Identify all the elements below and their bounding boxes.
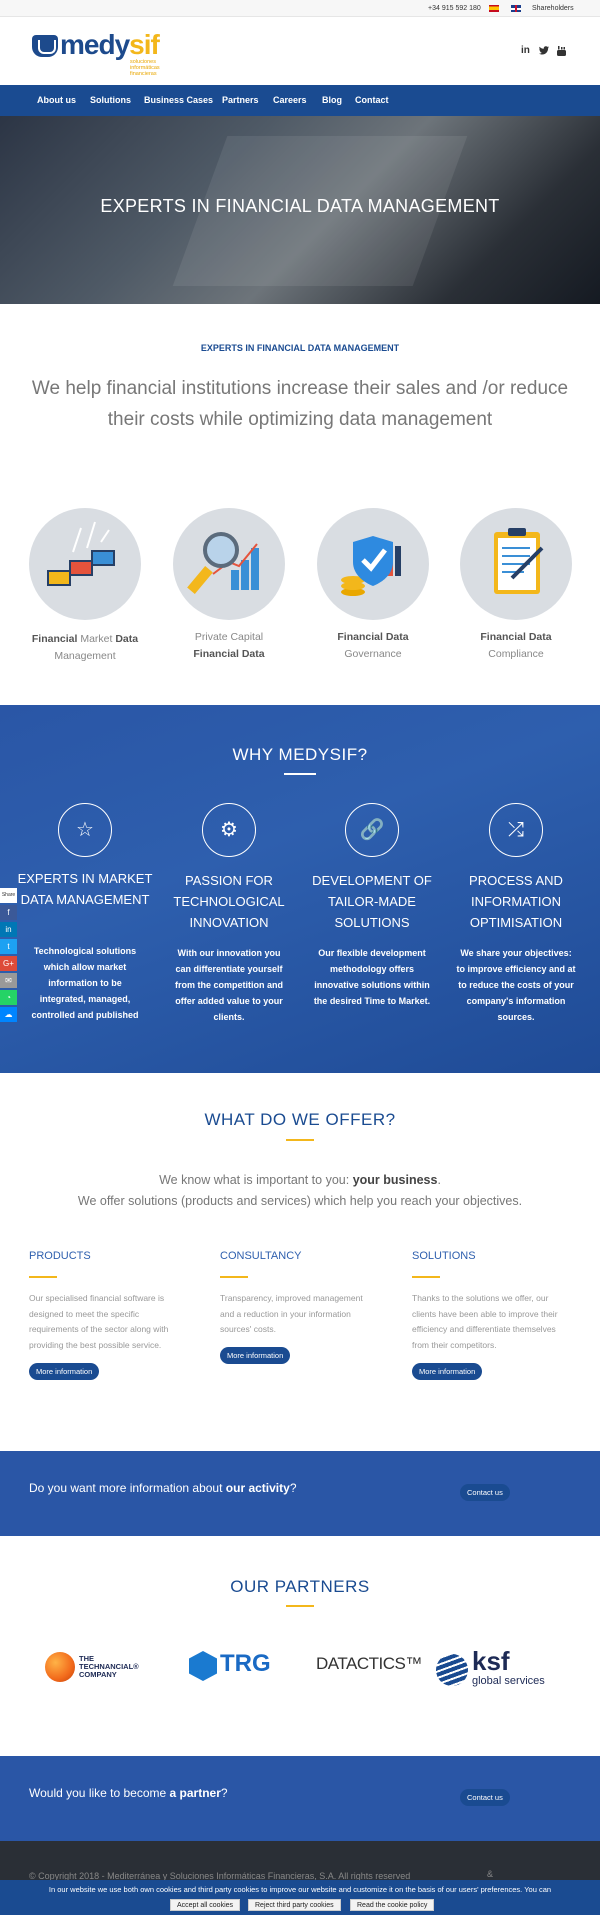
why-title-innovation: PASSION FOR TECHNOLOGICAL INNOVATION	[173, 873, 285, 930]
main-nav: About us Solutions Business Cases Partne…	[0, 85, 600, 116]
shield-check-icon	[341, 536, 401, 596]
consultancy-divider	[220, 1276, 248, 1278]
trg-logo[interactable]: TRG	[189, 1649, 279, 1685]
intro-text: We help financial institutions increase …	[31, 378, 569, 430]
contact-us-button[interactable]: Contact us	[460, 1484, 510, 1501]
link-icon: 🔗	[345, 803, 399, 857]
share-bar: Share f in t G+ ✉ ◔ ☁	[0, 888, 17, 1024]
ksf-globe-icon	[436, 1654, 468, 1686]
service-compliance-label[interactable]: Financial Data Compliance	[446, 629, 586, 663]
hero-title: EXPERTS IN FINANCIAL DATA MANAGEMENT	[100, 196, 500, 216]
more-info-band: Do you want more information about our a…	[0, 1451, 600, 1536]
solutions-title: SOLUTIONS	[412, 1250, 476, 1262]
service-private-capital-label[interactable]: Private Capital Financial Data	[159, 629, 299, 663]
youtube-icon[interactable]	[557, 46, 566, 56]
linkedin-share-icon[interactable]: in	[0, 922, 17, 937]
technancial-logo[interactable]: THE TECHNANCIAL® COMPANY	[45, 1652, 155, 1684]
more-info-text: Do you want more information about our a…	[29, 1481, 297, 1495]
why-heading: WHY MEDYSIF?	[232, 745, 368, 764]
nav-solutions[interactable]: Solutions	[90, 95, 131, 105]
star-icon: ☆	[58, 803, 112, 857]
magnifier-chart-icon	[187, 532, 259, 594]
cookie-policy-button[interactable]: Read the cookie policy	[350, 1899, 435, 1911]
whatsapp-share-icon[interactable]: ◔	[0, 990, 17, 1005]
compliance-illustration-icon[interactable]	[460, 508, 572, 620]
googleplus-share-icon[interactable]: G+	[0, 956, 17, 971]
offer-intro: We know what is important to you: your b…	[77, 1173, 523, 1208]
share-label: Share	[0, 888, 17, 903]
monitors-chart-icon	[47, 521, 115, 586]
service-market-data-label[interactable]: Financial Market Data Management	[15, 631, 155, 665]
consultancy-more-info-button[interactable]: More information	[220, 1347, 291, 1364]
nav-about-us[interactable]: About us	[37, 95, 76, 105]
technancial-ball-icon	[45, 1652, 75, 1682]
products-divider	[29, 1276, 57, 1278]
logo-mark-icon	[32, 35, 58, 57]
clipboard-icon	[494, 528, 544, 594]
contact-us-partner-button[interactable]: Contact us	[460, 1789, 510, 1806]
solutions-more-info-button[interactable]: More information	[412, 1363, 483, 1380]
datactics-logo[interactable]: DATACTICS™	[316, 1654, 422, 1674]
why-title-optimisation: PROCESS AND INFORMATION OPTIMISATION	[469, 873, 563, 930]
products-text: Our specialised financial software is de…	[29, 1293, 169, 1350]
nav-business-cases[interactable]: Business Cases	[144, 95, 213, 105]
why-medysif-section: WHY MEDYSIF? ☆ ⚙ 🔗 ⤮ EXPERTS IN MARKET D…	[0, 705, 600, 1073]
governance-illustration-icon[interactable]	[317, 508, 429, 620]
facebook-share-icon[interactable]: f	[0, 905, 17, 920]
nav-blog[interactable]: Blog	[322, 95, 342, 105]
service-governance-label[interactable]: Financial Data Governance	[303, 629, 443, 663]
why-divider	[284, 773, 316, 775]
twitter-icon[interactable]	[539, 46, 549, 55]
become-partner-band: Would you like to become a partner? Cont…	[0, 1756, 600, 1841]
ksf-logo[interactable]: ksf global services	[436, 1646, 571, 1690]
why-title-tailor-made: DEVELOPMENT OF TAILOR-MADE SOLUTIONS	[312, 873, 432, 930]
reject-third-party-cookies-button[interactable]: Reject third party cookies	[248, 1899, 341, 1911]
cookie-banner: In our website we use both own cookies a…	[0, 1880, 600, 1915]
private-capital-illustration-icon[interactable]	[173, 508, 285, 620]
consultancy-title: CONSULTANCY	[220, 1250, 302, 1262]
phone-number[interactable]: +34 915 592 180	[428, 5, 481, 12]
intro-heading: EXPERTS IN FINANCIAL DATA MANAGEMENT	[200, 343, 400, 353]
consultancy-text: Transparency, improved management and a …	[220, 1293, 363, 1334]
why-desc-innovation: With our innovation you can differentiat…	[175, 948, 283, 1022]
nav-partners[interactable]: Partners	[222, 95, 259, 105]
footer-icon[interactable]: &	[487, 1869, 493, 1879]
medysif-logo[interactable]: medysif soluciones informáticas financie…	[32, 29, 172, 79]
partners-divider	[286, 1605, 314, 1607]
nav-careers[interactable]: Careers	[273, 95, 307, 105]
shareholders-link[interactable]: Shareholders	[532, 5, 574, 12]
top-bar: +34 915 592 180 Shareholders	[0, 0, 600, 17]
why-desc-experts: Technological solutions which allow mark…	[31, 946, 139, 1020]
site-header: medysif soluciones informáticas financie…	[0, 17, 600, 85]
why-desc-tailor-made: Our flexible development methodology off…	[313, 948, 431, 1006]
shuffle-icon: ⤮	[489, 803, 543, 857]
gear-icon: ⚙	[202, 803, 256, 857]
why-title-experts: EXPERTS IN MARKET DATA MANAGEMENT	[17, 871, 153, 907]
hero-banner: EXPERTS IN FINANCIAL DATA MANAGEMENT	[0, 116, 600, 304]
nav-contact[interactable]: Contact	[355, 95, 389, 105]
bluesky-share-icon[interactable]: ☁	[0, 1007, 17, 1022]
email-share-icon[interactable]: ✉	[0, 973, 17, 988]
products-more-info-button[interactable]: More information	[29, 1363, 100, 1380]
accept-cookies-button[interactable]: Accept all cookies	[170, 1899, 241, 1911]
offer-heading: WHAT DO WE OFFER?	[204, 1110, 396, 1129]
solutions-text: Thanks to the solutions we offer, our cl…	[412, 1293, 558, 1350]
why-desc-optimisation: We share your objectives: to improve eff…	[456, 948, 576, 1022]
trg-hexagon-icon	[189, 1651, 217, 1681]
become-partner-text: Would you like to become a partner?	[29, 1786, 228, 1800]
english-flag-icon[interactable]	[511, 5, 521, 12]
logo-tagline: soluciones informáticas financieras	[130, 59, 160, 77]
twitter-share-icon[interactable]: t	[0, 939, 17, 954]
logo-wordmark: medysif	[60, 29, 160, 60]
spanish-flag-icon[interactable]	[489, 5, 499, 12]
products-title: PRODUCTS	[29, 1250, 91, 1262]
linkedin-icon[interactable]: in	[521, 45, 530, 56]
market-data-illustration-icon[interactable]	[29, 508, 141, 620]
cookie-message: In our website we use both own cookies a…	[48, 1885, 552, 1894]
offer-divider	[286, 1139, 314, 1141]
solutions-divider	[412, 1276, 440, 1278]
partners-heading: OUR PARTNERS	[230, 1577, 370, 1596]
